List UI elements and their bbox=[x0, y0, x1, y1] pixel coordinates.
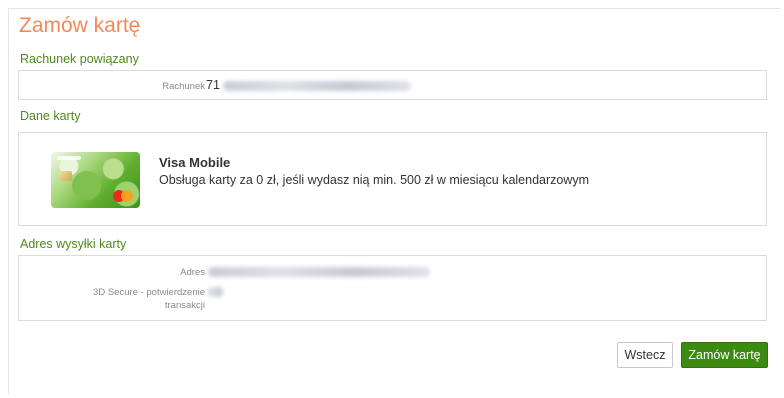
section-title-linked-account: Rachunek powiązany bbox=[20, 52, 139, 66]
section-title-card-data: Dane karty bbox=[20, 109, 81, 123]
back-button[interactable]: Wstecz bbox=[617, 342, 673, 368]
chip-icon bbox=[59, 171, 72, 181]
order-card-button[interactable]: Zamów kartę bbox=[681, 342, 768, 368]
secure-3d-label: 3D Secure - potwierdzenie transakcji bbox=[93, 287, 205, 311]
address-value-redacted bbox=[208, 267, 430, 277]
shipping-address-box: Adres 3D Secure - potwierdzenie transakc… bbox=[18, 255, 767, 321]
account-label: Rachunek bbox=[162, 81, 205, 92]
bank-logo-icon bbox=[57, 156, 81, 160]
account-number-redacted bbox=[223, 81, 411, 91]
card-image-icon bbox=[51, 152, 140, 208]
page-title: Zamów kartę bbox=[19, 14, 141, 37]
mastercard-logo-icon bbox=[113, 190, 133, 202]
account-number-prefix: 71 bbox=[206, 78, 220, 92]
address-label: Adres bbox=[180, 267, 205, 278]
card-name: Visa Mobile bbox=[159, 155, 231, 170]
secure-3d-value-redacted bbox=[208, 287, 224, 297]
card-description: Obsługa karty za 0 zł, jeśli wydasz nią … bbox=[159, 173, 590, 187]
section-title-shipping-address: Adres wysyłki karty bbox=[20, 237, 127, 251]
card-data-box: Visa Mobile Obsługa karty za 0 zł, jeśli… bbox=[18, 132, 767, 226]
linked-account-box: Rachunek 71 bbox=[18, 70, 767, 100]
